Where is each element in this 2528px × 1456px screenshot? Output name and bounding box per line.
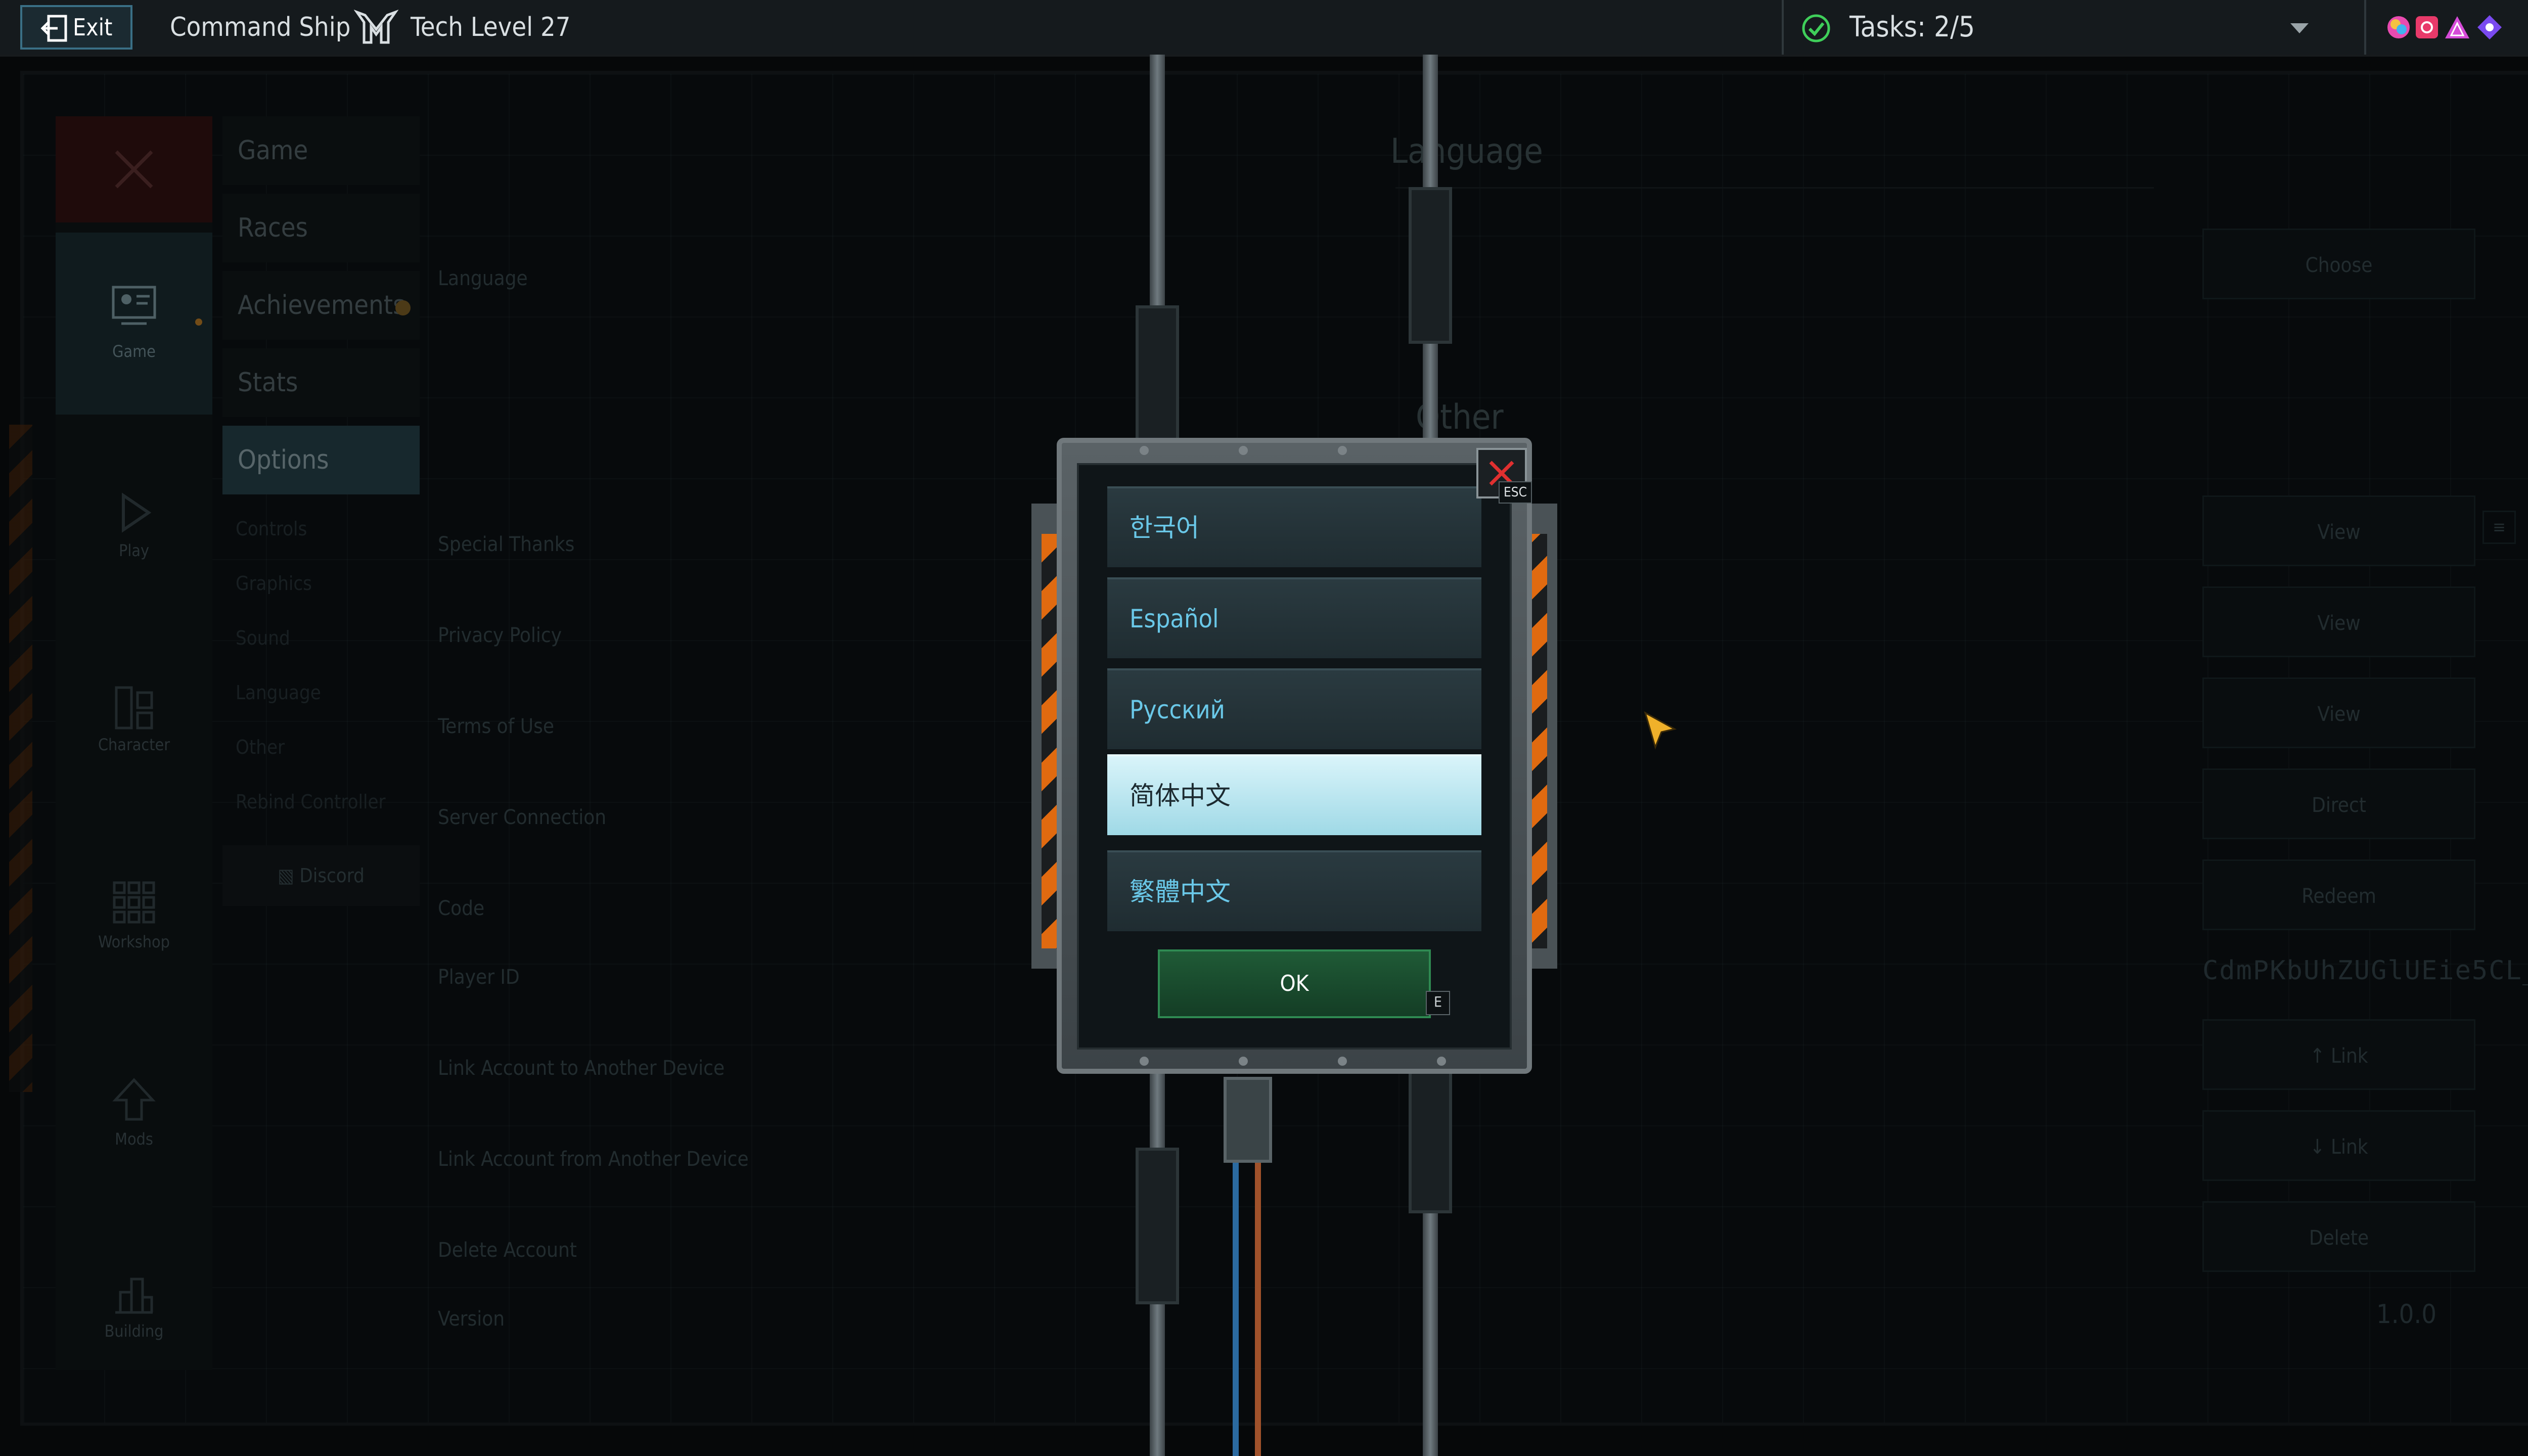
cable-clamp: [1136, 1148, 1179, 1304]
language-option-label: Русский: [1130, 695, 1225, 724]
wire-orange: [1255, 1163, 1261, 1456]
rivet: [1338, 446, 1347, 455]
rivet: [1239, 1057, 1248, 1066]
cable-plug: [1224, 1077, 1272, 1163]
rivet: [1140, 1057, 1149, 1066]
ok-keybind-hint: E: [1426, 991, 1450, 1015]
rivet: [1140, 446, 1149, 455]
divider: [2364, 0, 2366, 55]
language-select-dialog: 한국어 Español Русский 简体中文 繁體中文 OK E ESC: [1031, 438, 1557, 1074]
esc-keybind-hint: ESC: [1499, 481, 1532, 504]
gem-icons: [2387, 15, 2502, 39]
wire-blue: [1233, 1163, 1239, 1456]
language-option-label: Español: [1130, 604, 1219, 633]
tasks-label: Tasks: 2/5: [1849, 11, 1975, 43]
language-option-russian[interactable]: Русский: [1107, 668, 1481, 749]
exit-icon: [40, 15, 67, 42]
rivet: [1437, 1057, 1446, 1066]
language-option-spanish[interactable]: Español: [1107, 577, 1481, 658]
exit-label: Exit: [73, 14, 113, 41]
exit-button[interactable]: Exit: [20, 5, 132, 50]
language-option-simplified-chinese[interactable]: 简体中文: [1107, 754, 1481, 835]
rivet: [1239, 446, 1248, 455]
command-ship-link[interactable]: Command Ship: [170, 0, 350, 55]
currency-gems[interactable]: [2386, 12, 2518, 42]
top-bar: Exit Command Ship Tech Level 27 Tasks: 2…: [0, 0, 2528, 57]
cable-clamp: [1409, 187, 1452, 344]
language-option-korean[interactable]: 한국어: [1107, 486, 1481, 567]
cable-clamp: [1409, 1057, 1452, 1213]
mouse-cursor-icon: [1644, 711, 1677, 750]
tech-level-icon: [354, 10, 398, 44]
language-option-label: 繁體中文: [1130, 877, 1231, 906]
language-option-label: 简体中文: [1130, 781, 1231, 810]
check-circle-icon: [1802, 14, 1830, 42]
ok-button[interactable]: OK: [1158, 949, 1431, 1018]
rivet: [1338, 1057, 1347, 1066]
tech-level: Tech Level 27: [411, 12, 571, 42]
tasks-dropdown[interactable]: Tasks: 2/5: [1782, 0, 2330, 55]
chevron-down-icon: [2290, 23, 2309, 33]
language-option-traditional-chinese[interactable]: 繁體中文: [1107, 850, 1481, 931]
language-option-label: 한국어: [1130, 513, 1199, 542]
